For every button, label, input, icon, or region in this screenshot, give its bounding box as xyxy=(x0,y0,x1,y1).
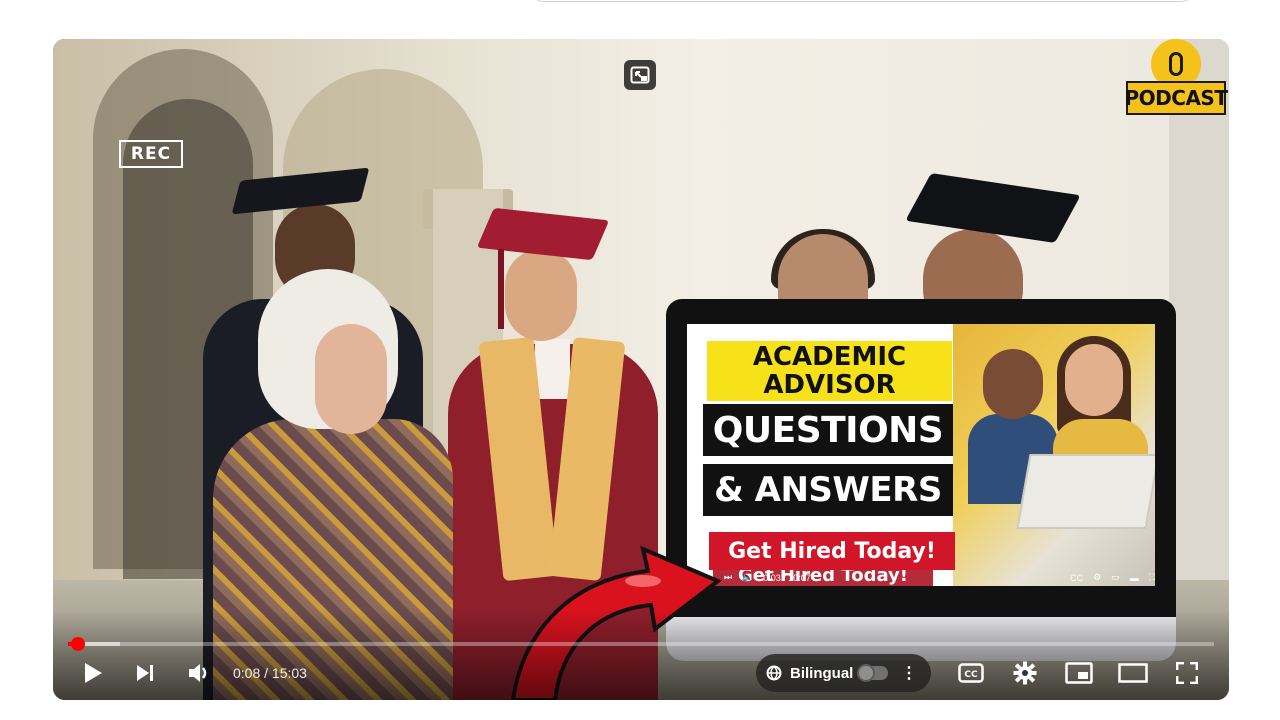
thumbnail-next-icon: ⏭ xyxy=(723,572,733,582)
captions-button[interactable]: CC xyxy=(951,651,991,695)
bilingual-label: Bilingual xyxy=(790,664,854,682)
fullscreen-button[interactable] xyxy=(1167,651,1207,695)
progress-bar[interactable] xyxy=(68,637,1214,651)
exit-miniplayer-button[interactable] xyxy=(624,60,656,90)
page-top-area xyxy=(0,0,1280,38)
switch-knob xyxy=(857,664,875,682)
thumbnail-gear-icon: ⚙ xyxy=(1093,572,1102,582)
bilingual-switch[interactable] xyxy=(857,664,888,682)
expand-icon xyxy=(630,66,650,84)
volume-icon xyxy=(189,664,207,682)
thumbnail-fullscreen-icon: ⛶ xyxy=(1148,572,1155,582)
thumbnail-volume-icon: 🔈 xyxy=(742,572,754,582)
player-controls: 0:08 / 15:03 Bilingual ⋮ CC xyxy=(53,651,1229,695)
white-shirt xyxy=(535,339,570,399)
thumbnail-title-box: ACADEMIC ADVISOR xyxy=(707,341,952,401)
theater-mode-button[interactable] xyxy=(1113,651,1153,695)
thumbnail-line-academic: ACADEMIC xyxy=(752,342,907,372)
cc-icon: CC xyxy=(958,663,984,683)
podcast-badge: PODCAST xyxy=(1125,39,1228,121)
settings-button[interactable] xyxy=(1005,651,1045,695)
next-icon xyxy=(137,665,153,681)
rec-label: REC xyxy=(119,140,183,168)
svg-text:CC: CC xyxy=(964,670,978,680)
video-player[interactable]: REC PODCAST ACADEMIC ADVISOR QUESTIONS &… xyxy=(53,39,1229,700)
thumbnail-cc-icon: CC xyxy=(1070,572,1084,583)
photo-laptop xyxy=(1016,454,1155,529)
photo-face-right xyxy=(1065,344,1123,416)
bilingual-toggle-chip[interactable]: Bilingual ⋮ xyxy=(756,654,931,692)
miniplayer-button[interactable] xyxy=(1059,651,1099,695)
thumbnail-photo xyxy=(953,324,1155,586)
play-icon xyxy=(85,663,102,683)
search-box-edge[interactable] xyxy=(530,0,1195,2)
graduate-head-red xyxy=(505,249,577,341)
thumbnail-miniplayer-icon: ▭ xyxy=(1111,572,1120,582)
next-button[interactable] xyxy=(127,651,163,695)
more-vertical-icon[interactable]: ⋮ xyxy=(901,663,917,683)
thumbnail-line-hired: Get Hired Today! xyxy=(709,532,955,570)
fullscreen-icon xyxy=(1176,662,1198,684)
podcast-label: PODCAST xyxy=(1125,81,1228,115)
miniplayer-icon xyxy=(1065,662,1093,684)
thumbnail-line-answers: & ANSWERS xyxy=(703,464,953,516)
theater-icon xyxy=(1118,663,1148,683)
thumbnail-screen: ACADEMIC ADVISOR QUESTIONS & ANSWERS Get… xyxy=(687,324,1155,586)
thumbnail-line-advisor: ADVISOR xyxy=(763,370,896,400)
cap-tassel xyxy=(498,249,504,329)
volume-button[interactable] xyxy=(179,651,219,695)
time-display: 0:08 / 15:03 xyxy=(233,665,307,681)
language-icon xyxy=(766,665,782,681)
play-button[interactable] xyxy=(75,651,111,695)
thumbnail-line-questions: QUESTIONS xyxy=(703,404,953,456)
photo-face-left xyxy=(983,349,1043,419)
older-woman-face xyxy=(315,324,387,434)
scroll-divider xyxy=(0,0,2,720)
thumbnail-time: 0:03 / 10:07 xyxy=(763,572,811,583)
thumbnail-theater-icon: ▬ xyxy=(1129,572,1139,583)
thumbnail-player-controls: ▶ ⏭ 🔈 0:03 / 10:07 CC ⚙ ▭ ▬ ⛶ xyxy=(707,569,1155,586)
gear-icon xyxy=(1013,661,1037,685)
